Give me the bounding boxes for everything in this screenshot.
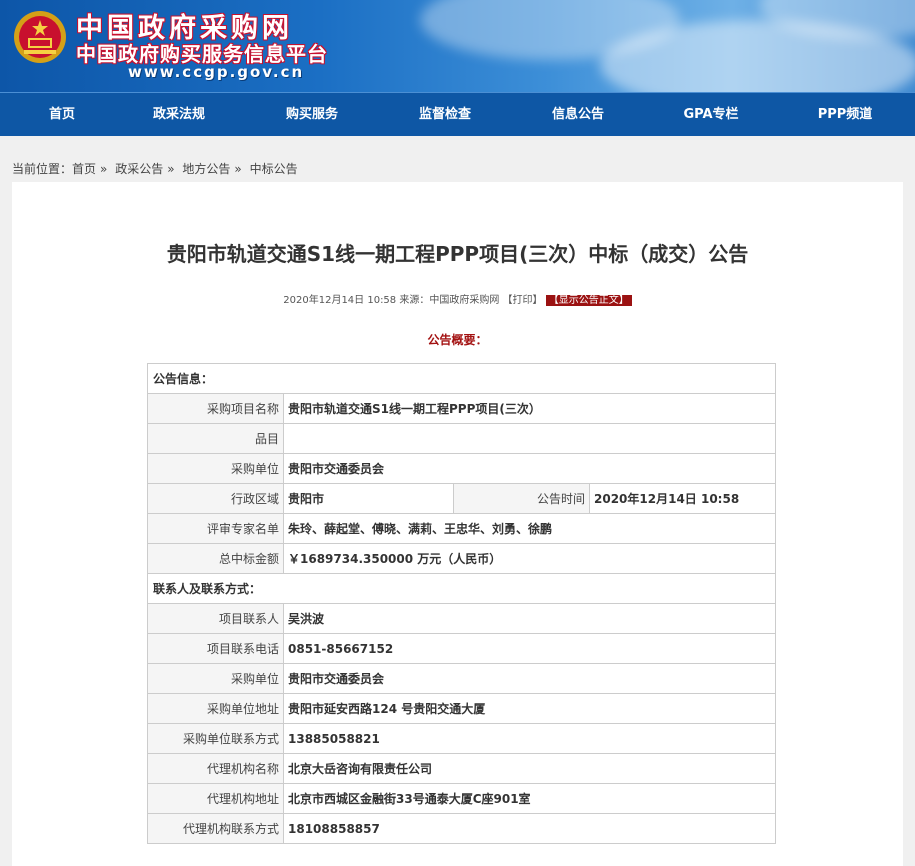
row-label: 采购项目名称 (147, 393, 284, 424)
region-value: 贵阳市 (283, 483, 454, 514)
breadcrumb-prefix: 当前位置： (12, 162, 73, 176)
breadcrumb-link-local[interactable]: 地方公告 (182, 162, 230, 176)
row-label: 采购单位 (147, 663, 284, 694)
nav-item-home[interactable]: 首页 (7, 93, 117, 137)
row-label: 行政区域 (147, 483, 284, 514)
table-row: 项目联系电话 0851-85667152 (147, 633, 776, 664)
announcement-info-table: 公告信息： 采购项目名称 贵阳市轨道交通S1线一期工程PPP项目(三次） 品目 … (147, 363, 776, 844)
article-panel: 贵阳市轨道交通S1线一期工程PPP项目(三次）中标（成交）公告 2020年12月… (12, 182, 903, 866)
table-row: 采购项目名称 贵阳市轨道交通S1线一期工程PPP项目(三次） (147, 393, 776, 424)
summary-heading: 公告概要： (427, 333, 488, 347)
row-label: 代理机构地址 (147, 783, 284, 814)
row-label: 采购单位地址 (147, 693, 284, 724)
table-row: 代理机构名称 北京大岳咨询有限责任公司 (147, 753, 776, 784)
table-row: 代理机构地址 北京市西城区金融街33号通泰大厦C座901室 (147, 783, 776, 814)
site-header-banner: 中国政府采购网 中国政府购买服务信息平台 www.ccgp.gov.cn (0, 0, 915, 92)
row-label: 评审专家名单 (147, 513, 284, 544)
table-row: 采购单位地址 贵阳市延安西路124 号贵阳交通大厦 (147, 693, 776, 724)
breadcrumb: 当前位置：首页 » 政采公告 » 地方公告 » 中标公告 (12, 160, 302, 177)
article-meta: 2020年12月14日 10:58 来源：中国政府采购网 【打印】 【显示公告正… (12, 291, 903, 306)
breadcrumb-link-procurement[interactable]: 政采公告 (115, 162, 163, 176)
row-label: 采购单位联系方式 (147, 723, 284, 754)
nav-item-announcements[interactable]: 信息公告 (523, 93, 633, 137)
breadcrumb-link-award[interactable]: 中标公告 (250, 162, 298, 176)
table-row: 项目联系人 吴洪波 (147, 603, 776, 634)
row-label: 项目联系电话 (147, 633, 284, 664)
publish-info: 2020年12月14日 10:58 来源：中国政府采购网 (283, 295, 500, 306)
nav-item-ppp[interactable]: PPP频道 (790, 93, 900, 137)
national-emblem-icon (14, 11, 66, 63)
section-heading-info: 公告信息： (147, 363, 776, 394)
project-name-value: 贵阳市轨道交通S1线一期工程PPP项目(三次） (283, 393, 776, 424)
logo-url: www.ccgp.gov.cn (128, 63, 305, 81)
purchaser-value: 贵阳市交通委员会 (283, 663, 776, 694)
table-row: 采购单位 贵阳市交通委员会 (147, 453, 776, 484)
row-label: 项目联系人 (147, 603, 284, 634)
show-full-text-button[interactable]: 【显示公告正文】 (545, 295, 632, 306)
experts-value: 朱玲、薛起堂、傅晓、满莉、王忠华、刘勇、徐鹏 (283, 513, 776, 544)
purchaser-address-value: 贵阳市延安西路124 号贵阳交通大厦 (283, 693, 776, 724)
breadcrumb-separator: » (234, 162, 242, 176)
nav-item-services[interactable]: 购买服务 (257, 93, 367, 137)
row-label: 代理机构名称 (147, 753, 284, 784)
row-label: 采购单位 (147, 453, 284, 484)
section-heading-contact: 联系人及联系方式： (147, 573, 776, 604)
breadcrumb-link-home[interactable]: 首页 (72, 162, 96, 176)
breadcrumb-separator: » (100, 162, 108, 176)
table-row: 公告信息： (147, 363, 776, 394)
table-row: 行政区域 贵阳市 公告时间 2020年12月14日 10:58 (147, 483, 776, 514)
table-row: 总中标金额 ￥1689734.350000 万元（人民币） (147, 543, 776, 574)
publish-time-value: 2020年12月14日 10:58 (589, 483, 776, 514)
agency-address-value: 北京市西城区金融街33号通泰大厦C座901室 (283, 783, 776, 814)
row-label: 代理机构联系方式 (147, 813, 284, 844)
total-amount-value: ￥1689734.350000 万元（人民币） (283, 543, 776, 574)
contact-person-value: 吴洪波 (283, 603, 776, 634)
purchaser-value: 贵阳市交通委员会 (283, 453, 776, 484)
main-nav: 首页 政采法规 购买服务 监督检查 信息公告 GPA专栏 PPP频道 (0, 92, 915, 136)
breadcrumb-separator: » (167, 162, 175, 176)
article-title: 贵阳市轨道交通S1线一期工程PPP项目(三次）中标（成交）公告 (166, 242, 749, 266)
print-link[interactable]: 【打印】 (503, 295, 543, 306)
table-row: 采购单位联系方式 13885058821 (147, 723, 776, 754)
contact-phone-value: 0851-85667152 (283, 633, 776, 664)
nav-item-regulations[interactable]: 政采法规 (124, 93, 234, 137)
row-label: 公告时间 (453, 483, 590, 514)
agency-name-value: 北京大岳咨询有限责任公司 (283, 753, 776, 784)
nav-item-gpa[interactable]: GPA专栏 (656, 93, 766, 137)
row-label: 总中标金额 (147, 543, 284, 574)
table-row: 联系人及联系方式： (147, 573, 776, 604)
nav-item-supervision[interactable]: 监督检查 (390, 93, 500, 137)
table-row: 采购单位 贵阳市交通委员会 (147, 663, 776, 694)
item-value (283, 423, 776, 454)
table-row: 评审专家名单 朱玲、薛起堂、傅晓、满莉、王忠华、刘勇、徐鹏 (147, 513, 776, 544)
table-row: 品目 (147, 423, 776, 454)
table-row: 代理机构联系方式 18108858857 (147, 813, 776, 844)
agency-contact-value: 18108858857 (283, 813, 776, 844)
row-label: 品目 (147, 423, 284, 454)
purchaser-contact-value: 13885058821 (283, 723, 776, 754)
